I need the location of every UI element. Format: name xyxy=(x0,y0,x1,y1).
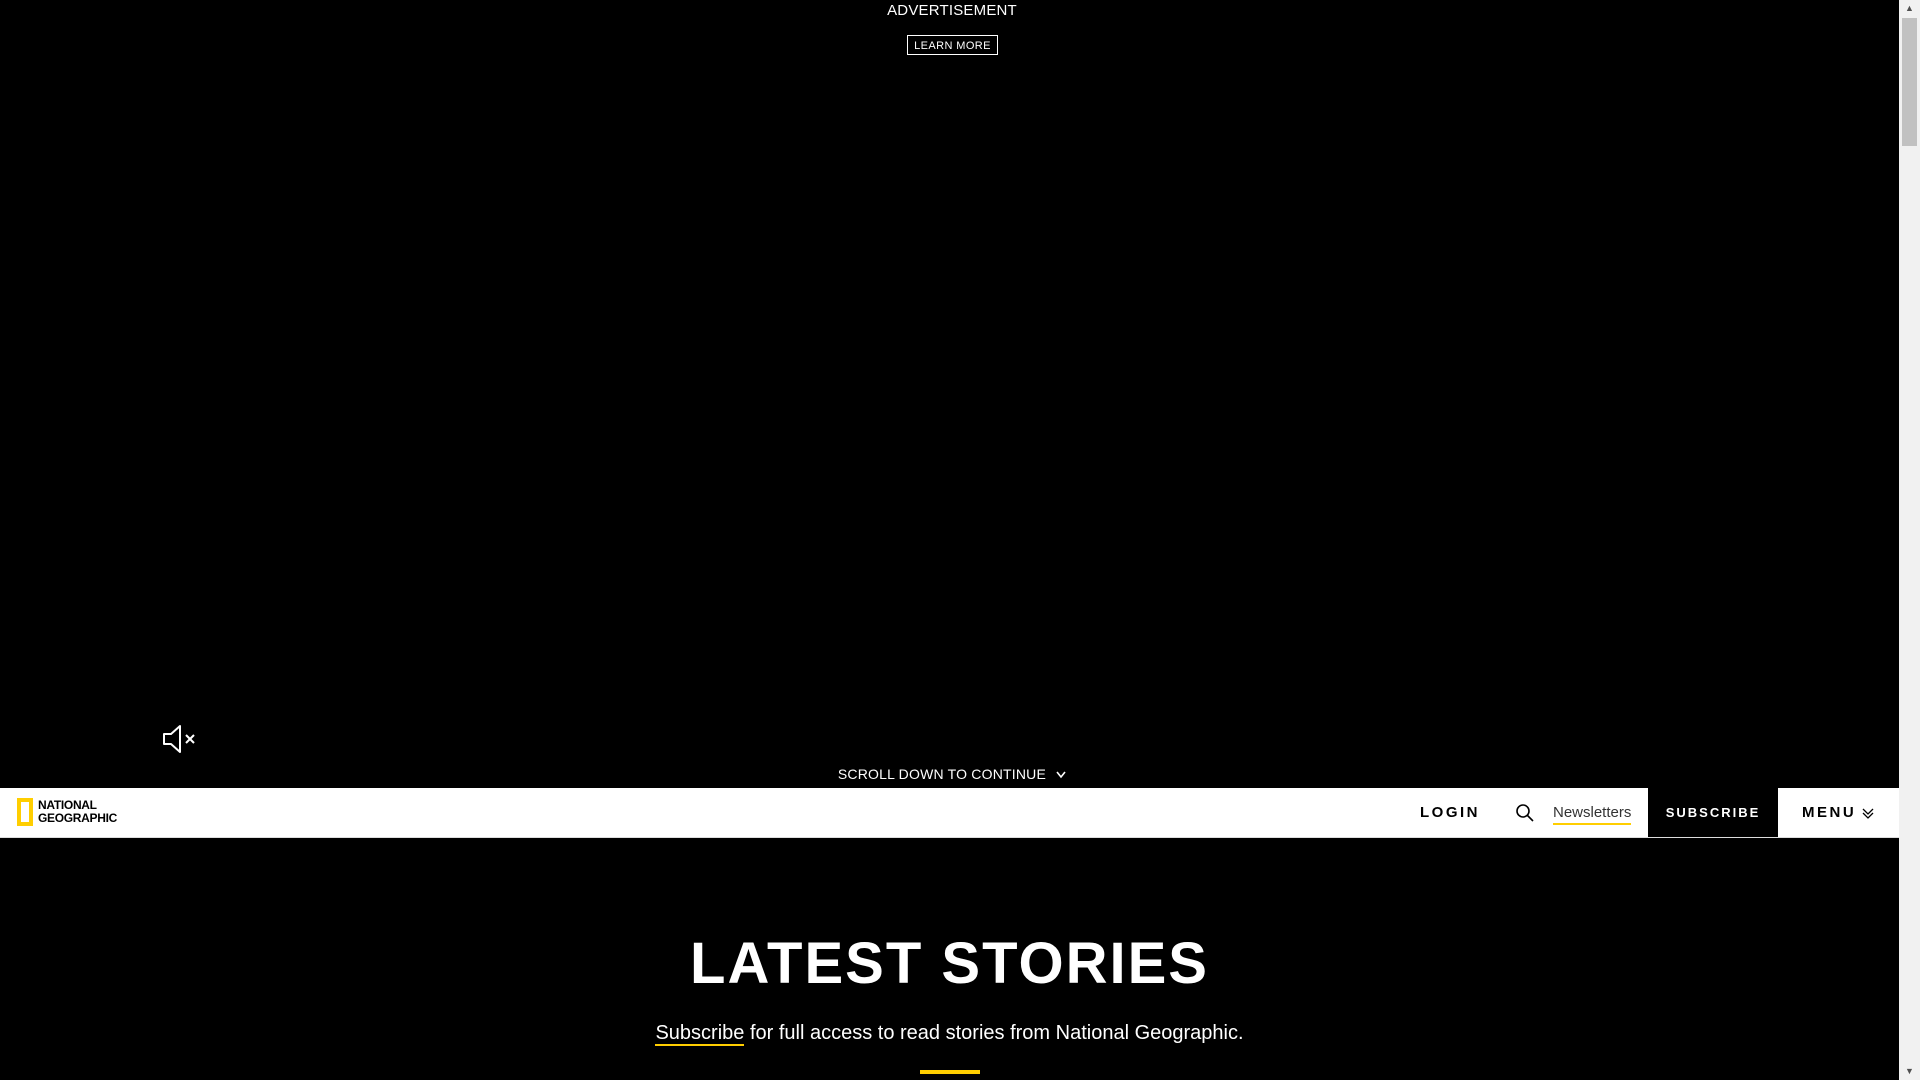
advertisement-area[interactable]: ADVERTISEMENT LEARN MORE SCROLL DOWN TO … xyxy=(0,0,1899,788)
site-header: NATIONAL GEOGRAPHIC LOGIN Newsletters SU… xyxy=(0,788,1899,838)
subscribe-link[interactable]: Subscribe xyxy=(655,1022,745,1046)
yellow-divider xyxy=(920,1070,980,1074)
menu-label: MENU xyxy=(1802,804,1857,821)
scroll-down-label: SCROLL DOWN TO CONTINUE xyxy=(837,766,1047,782)
chevron-down-icon xyxy=(1056,771,1066,779)
latest-stories-heading: LATEST STORIES xyxy=(690,931,1209,996)
scroll-down-arrow-icon[interactable]: ▼ xyxy=(1899,1063,1920,1080)
latest-stories-section: LATEST STORIES Subscribe for full access… xyxy=(0,838,1899,1080)
newsletters-label: Newsletters xyxy=(1553,804,1632,825)
scrollbar-thumb[interactable] xyxy=(1902,18,1917,146)
search-icon[interactable] xyxy=(1515,803,1535,823)
national-geographic-logo[interactable]: NATIONAL GEOGRAPHIC xyxy=(17,796,117,828)
subscribe-button[interactable]: SUBSCRIBE xyxy=(1648,788,1778,837)
menu-button[interactable]: MENU xyxy=(1802,788,1874,837)
login-link[interactable]: LOGIN xyxy=(1420,788,1480,837)
newsletters-link[interactable]: Newsletters xyxy=(1553,788,1632,837)
logo-line-geographic: GEOGRAPHIC xyxy=(38,811,118,825)
advertisement-label: ADVERTISEMENT xyxy=(887,2,1017,19)
browser-viewport: ADVERTISEMENT LEARN MORE SCROLL DOWN TO … xyxy=(0,0,1899,1080)
latest-stories-subtitle: Subscribe for full access to read storie… xyxy=(0,1022,1899,1046)
speaker-muted-icon[interactable] xyxy=(160,722,200,756)
page: ADVERTISEMENT LEARN MORE SCROLL DOWN TO … xyxy=(0,0,1920,1080)
learn-more-button[interactable]: LEARN MORE xyxy=(907,35,998,55)
scroll-down-prompt[interactable]: SCROLL DOWN TO CONTINUE xyxy=(0,766,1899,782)
yellow-border-icon xyxy=(17,798,33,826)
scroll-up-arrow-icon[interactable]: ▲ xyxy=(1899,0,1920,17)
chevron-down-icon xyxy=(1862,808,1874,819)
vertical-scrollbar[interactable]: ▲ ▼ xyxy=(1899,0,1920,1080)
subtitle-text: for full access to read stories from Nat… xyxy=(744,1022,1244,1044)
